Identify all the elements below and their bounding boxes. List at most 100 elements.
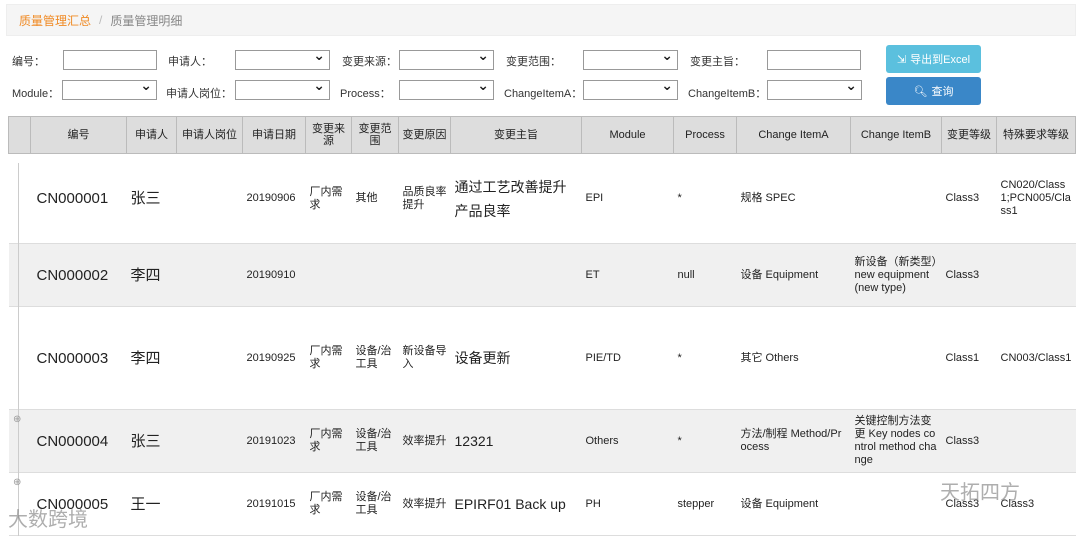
table-cell: * xyxy=(673,153,737,244)
table-cell xyxy=(176,409,243,473)
table-cell: CN000003 xyxy=(30,306,127,410)
column-header[interactable]: 变更原因 xyxy=(398,116,451,154)
table-row[interactable]: CN000003 李四 20190925 厂内需求 设备/治工具 新设备导入 设备更新 PIE… xyxy=(8,306,1076,410)
position-label: 申请人岗位： xyxy=(166,88,232,100)
scope-select[interactable] xyxy=(583,47,678,70)
table-cell: 设备 Equipment xyxy=(736,243,851,307)
watermark-left: 大数跨境 xyxy=(8,509,88,531)
table-cell: 厂内需求 xyxy=(305,472,352,536)
table-cell: 李四 xyxy=(126,306,177,410)
table-cell xyxy=(450,243,582,307)
column-header[interactable]: 申请日期 xyxy=(242,116,306,154)
table-cell: 厂内需求 xyxy=(305,153,352,244)
column-header[interactable]: Change ItemA xyxy=(736,116,851,154)
column-header[interactable]: 变更范围 xyxy=(351,116,399,154)
column-header[interactable]: Change ItemB xyxy=(850,116,942,154)
column-header[interactable]: Module xyxy=(581,116,674,154)
itemB-label: ChangeItemB： xyxy=(688,88,767,100)
table-cell xyxy=(996,409,1076,473)
table-cell: 张三 xyxy=(126,153,177,244)
table-cell xyxy=(351,243,399,307)
table-cell xyxy=(176,472,243,536)
process-select[interactable] xyxy=(399,77,494,100)
table-cell: 规格 SPEC xyxy=(736,153,851,244)
export-icon: ⇲ xyxy=(896,53,907,66)
table-row[interactable]: CN000002 李四 20190910 ET null 设备 Equipment 新设备（… xyxy=(8,243,1076,307)
column-header[interactable]: 特殊要求等级 xyxy=(996,116,1076,154)
table-cell: Class3 xyxy=(941,153,997,244)
table-cell: 新设备导入 xyxy=(398,306,451,410)
module-select[interactable] xyxy=(62,77,157,100)
table-cell: 品质良率提升 xyxy=(398,153,451,244)
column-header[interactable]: 变更等级 xyxy=(941,116,997,154)
scope-label: 变更范围： xyxy=(506,56,561,68)
table-cell: 20191015 xyxy=(242,472,306,536)
table-cell: 厂内需求 xyxy=(305,409,352,473)
process-label: Process： xyxy=(340,88,391,100)
source-label: 变更来源： xyxy=(342,56,397,68)
itemA-label: ChangeItemA： xyxy=(504,88,583,100)
table-cell: 王一 xyxy=(126,472,177,536)
table-cell: 关键控制方法变更 Key nodes control method change xyxy=(850,409,942,473)
table-cell: 张三 xyxy=(126,409,177,473)
table-cell: 12321 xyxy=(450,409,582,473)
table-cell: ET xyxy=(581,243,674,307)
column-header[interactable] xyxy=(8,116,31,154)
watermark-right: 天拓四方 xyxy=(940,482,1020,504)
table-cell xyxy=(398,243,451,307)
table-cell: 20190906 xyxy=(242,153,306,244)
table-cell: 李四 xyxy=(126,243,177,307)
table-cell: 其他 xyxy=(351,153,399,244)
table-cell: 20190925 xyxy=(242,306,306,410)
table-cell: CN020/Class1;PCN005/Class1 xyxy=(996,153,1076,244)
table-cell: 设备/治工具 xyxy=(351,472,399,536)
table-cell: CN000001 xyxy=(30,153,127,244)
table-cell: 其它 Others xyxy=(736,306,851,410)
table-row[interactable]: CN000005 王一 20191015 厂内需求 设备/治工具 效率提升 EPIRF01 … xyxy=(8,472,1076,536)
column-header[interactable]: 变更来源 xyxy=(305,116,352,154)
column-header[interactable]: 申请人 xyxy=(126,116,177,154)
table-cell: 设备/治工具 xyxy=(351,409,399,473)
table-cell: * xyxy=(673,409,737,473)
table-cell: 厂内需求 xyxy=(305,306,352,410)
column-header[interactable]: 变更主旨 xyxy=(450,116,582,154)
table-row[interactable]: CN000004 张三 20191023 厂内需求 设备/治工具 效率提升 12321 Oth… xyxy=(8,409,1076,473)
table-cell: CN000004 xyxy=(30,409,127,473)
expand-icon[interactable]: ⊕ xyxy=(13,414,21,425)
applicant-select[interactable] xyxy=(235,47,330,70)
table-cell: 设备 Equipment xyxy=(736,472,851,536)
table-cell xyxy=(850,153,942,244)
id-label: 编号： xyxy=(12,56,45,68)
table-cell: 设备/治工具 xyxy=(351,306,399,410)
subject-input[interactable] xyxy=(767,50,861,70)
table-cell: Class3 xyxy=(941,243,997,307)
id-input[interactable] xyxy=(63,50,157,70)
table-cell xyxy=(176,306,243,410)
itemA-select[interactable] xyxy=(583,77,678,100)
expand-icon[interactable]: ⊕ xyxy=(13,477,21,488)
table-row[interactable]: CN000001 张三 20190906 厂内需求 其他 品质良率提升 通过工艺改善提升产品… xyxy=(8,153,1076,244)
position-select[interactable] xyxy=(235,77,330,100)
table-cell: null xyxy=(673,243,737,307)
export-excel-button[interactable]: ⇲ 导出到Excel xyxy=(886,45,981,73)
table-cell: 效率提升 xyxy=(398,472,451,536)
table-cell: CN000002 xyxy=(30,243,127,307)
table-cell: 通过工艺改善提升产品良率 xyxy=(450,153,582,244)
table-cell: 效率提升 xyxy=(398,409,451,473)
table-cell: PIE/TD xyxy=(581,306,674,410)
column-header[interactable]: 申请人岗位 xyxy=(176,116,243,154)
module-label: Module： xyxy=(12,88,60,100)
table-cell xyxy=(176,243,243,307)
table-cell: Class3 xyxy=(941,409,997,473)
table-cell: 20191023 xyxy=(242,409,306,473)
column-header[interactable]: 编号 xyxy=(30,116,127,154)
table-cell: 方法/制程 Method/Process xyxy=(736,409,851,473)
query-button[interactable]: 🔍︎ 查询 xyxy=(886,77,981,105)
table-cell xyxy=(850,472,942,536)
breadcrumb-summary-link[interactable]: 质量管理汇总 xyxy=(19,12,91,29)
itemB-select[interactable] xyxy=(767,77,862,100)
export-label: 导出到Excel xyxy=(910,54,971,66)
table-cell: CN003/Class1 xyxy=(996,306,1076,410)
source-select[interactable] xyxy=(399,47,494,70)
column-header[interactable]: Process xyxy=(673,116,737,154)
